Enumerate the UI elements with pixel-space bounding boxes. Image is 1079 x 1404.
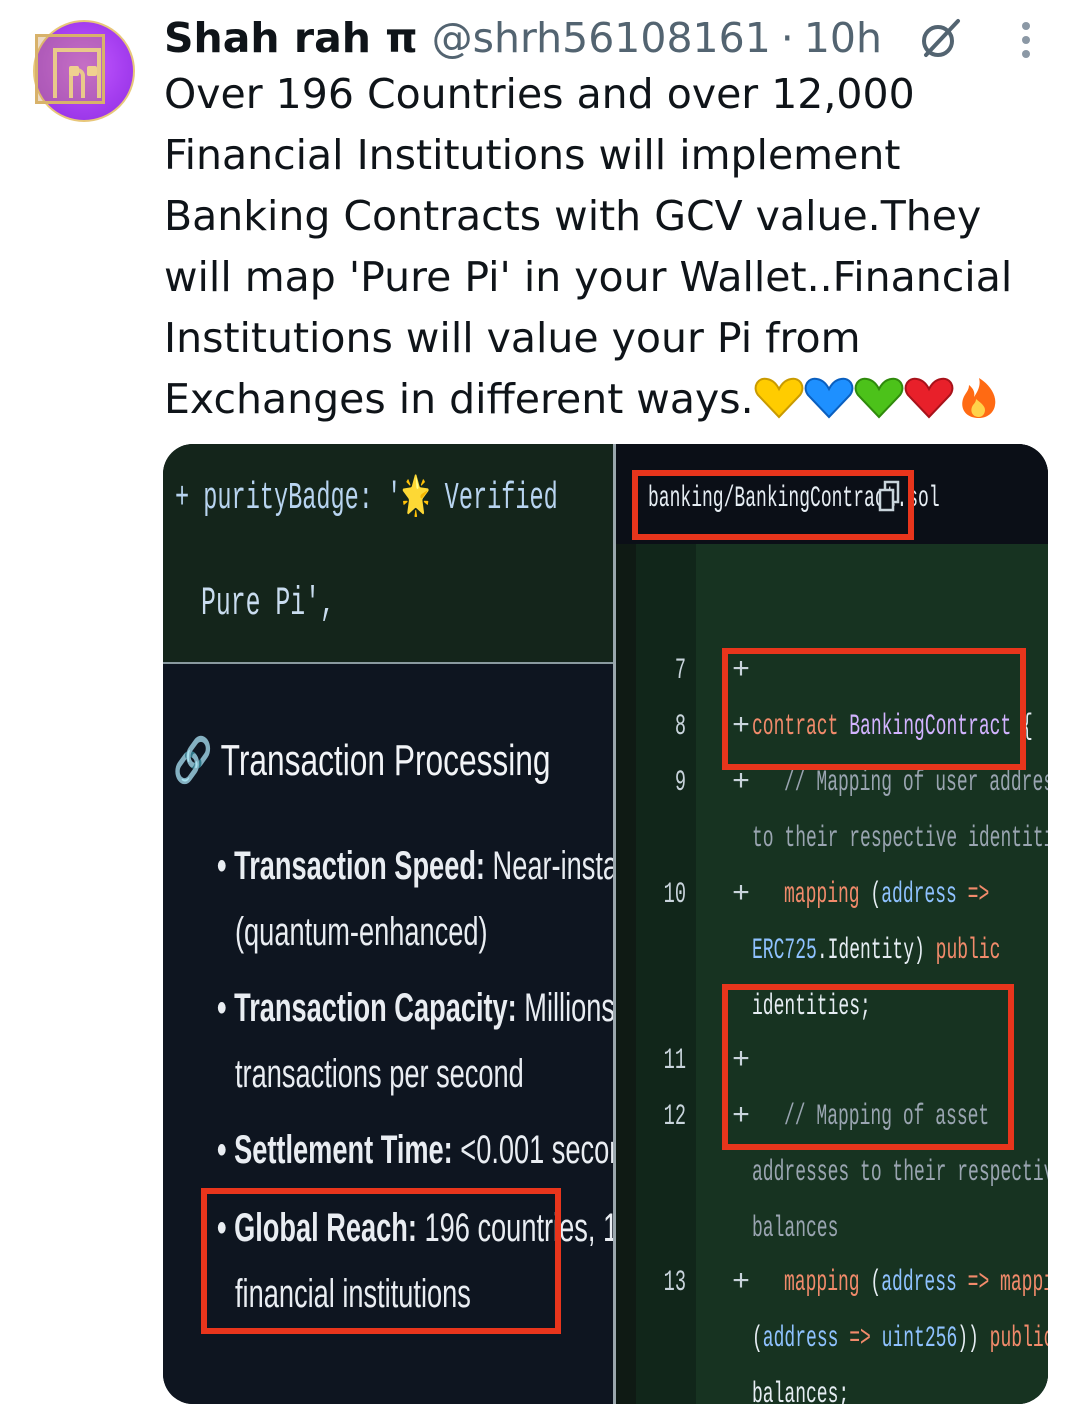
purity-badge-line-2: Pure Pi', — [201, 582, 335, 627]
code-panel: banking/BankingContract.sol 7 + 8 + cont… — [616, 444, 1048, 1404]
timestamp[interactable]: 10h — [804, 14, 882, 62]
user-handle[interactable]: @shrh56108161 — [432, 14, 771, 62]
bullet-settlement-time: • Settlement Time: <0.001 seconds — [217, 1118, 653, 1182]
blue-heart-icon — [804, 377, 854, 419]
red-heart-icon — [904, 377, 954, 419]
tweet-image[interactable]: + purityBadge: '🌟 Verified Pure Pi', 🔗 T… — [163, 444, 1048, 1404]
avatar[interactable] — [33, 20, 135, 122]
separator: · — [780, 14, 794, 62]
diff-plus: + — [732, 878, 751, 912]
avatar-dot — [69, 66, 79, 76]
fire-icon — [961, 378, 995, 418]
bullet-label: • Transaction Capacity: — [217, 986, 517, 1030]
bullet-label: • Settlement Time: — [217, 1128, 453, 1172]
bullet-continuation: transactions per second — [235, 1052, 524, 1096]
code-line: ERC725.Identity) public — [752, 934, 1001, 968]
line-number: 11 — [663, 1044, 686, 1078]
line-number: 9 — [674, 766, 686, 800]
line-number: 8 — [674, 710, 686, 744]
green-heart-icon — [854, 377, 904, 419]
line-number: 10 — [663, 878, 686, 912]
emoji-row — [754, 375, 1004, 423]
diff-plus: + — [732, 766, 751, 800]
tweet-body: Over 196 Countries and over 12,000 Finan… — [164, 70, 1013, 423]
code-line: mapping (address => — [784, 878, 990, 912]
highlight-box-global-reach — [201, 1188, 561, 1334]
code-snippet-purity: + purityBadge: '🌟 Verified Pure Pi', — [163, 444, 613, 664]
code-line: balances; — [752, 1378, 850, 1404]
display-name[interactable]: Shah rah π — [164, 14, 418, 62]
line-number: 12 — [663, 1100, 686, 1134]
tweet-text: Over 196 Countries and over 12,000 Finan… — [164, 64, 1044, 430]
bullet-transaction-capacity: • Transaction Capacity: Millions of — [217, 976, 645, 1040]
bullet-continuation: (quantum-enhanced) — [235, 910, 488, 954]
line-number: 7 — [674, 654, 686, 688]
code-comment: // Mapping of user addresses — [784, 766, 1048, 800]
code-comment: to their respective identities — [752, 822, 1048, 856]
code-comment: addresses to their respective — [752, 1156, 1048, 1190]
purity-badge-line: + purityBadge: '🌟 Verified — [175, 477, 558, 520]
code-line: (address => uint256)) public — [752, 1322, 1048, 1356]
bullet-label: • Transaction Speed: — [217, 844, 485, 888]
avatar-dot — [87, 66, 97, 76]
highlight-box-filename — [632, 470, 914, 540]
line-number: 13 — [663, 1266, 686, 1300]
code-comment: balances — [752, 1212, 839, 1246]
tweet-header: Shah rah π @shrh56108161 · 10h — [164, 10, 882, 66]
more-options-icon[interactable] — [1014, 20, 1038, 64]
bullet-transaction-speed: • Transaction Speed: Near-instantaneous — [217, 834, 730, 898]
highlight-box-asset-mapping — [722, 984, 1014, 1150]
highlight-box-user-mapping — [722, 648, 1026, 770]
code-line: mapping (address => mapping — [784, 1266, 1048, 1300]
diff-plus: + — [732, 1266, 751, 1300]
yellow-heart-icon — [754, 377, 804, 419]
section-heading: 🔗 Transaction Processing — [173, 736, 551, 785]
grok-slash-icon[interactable] — [918, 17, 962, 61]
